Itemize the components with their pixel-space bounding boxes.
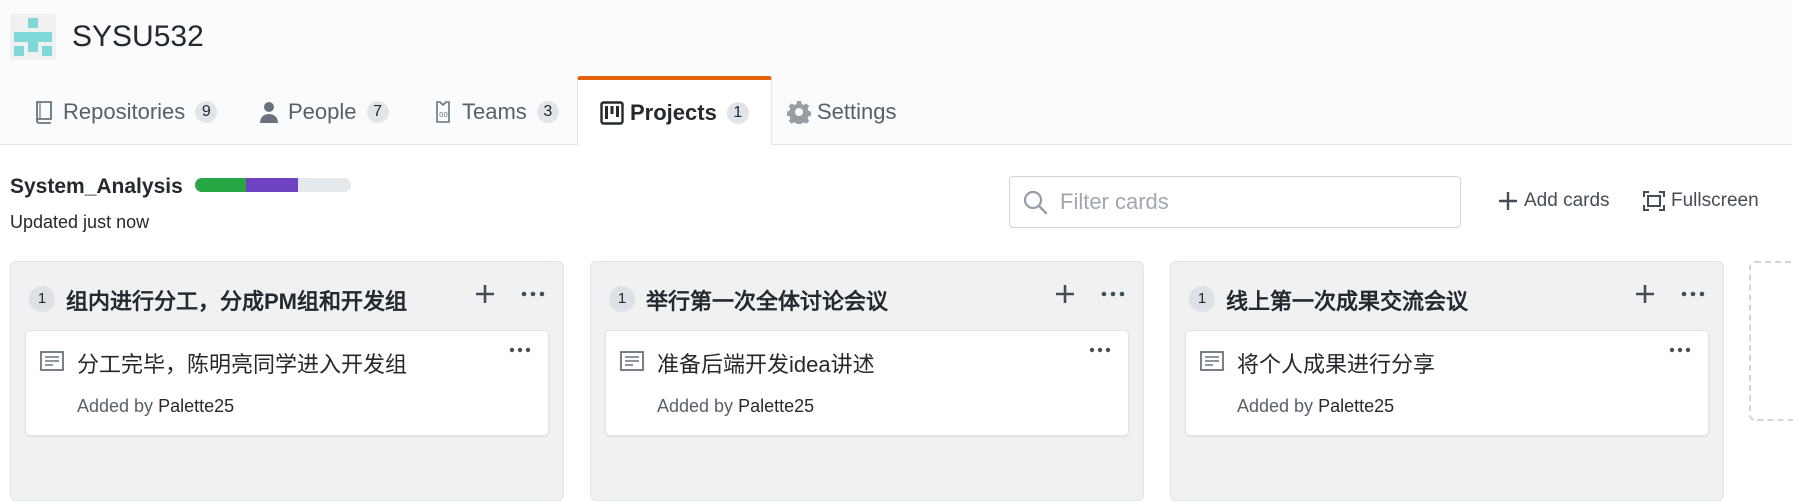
project-progress-bar [195,178,351,192]
card-title: 分工完毕，陈明亮同学进入开发组 [77,352,408,377]
column-title: 举行第一次全体讨论会议 [646,289,889,314]
add-column-placeholder[interactable] [1749,261,1793,421]
card-author[interactable]: Palette25 [158,396,234,416]
project-icon [600,100,624,125]
card-author[interactable]: Palette25 [1318,396,1394,416]
org-identicon [14,18,52,56]
card-menu-icon[interactable] [508,345,532,355]
card-meta: Added by Palette25 [77,396,234,417]
card-added-by: Added by [77,396,154,416]
tab-label: Settings [817,98,897,124]
column-title: 线上第一次成果交流会议 [1226,289,1469,314]
card-menu-icon[interactable] [1088,345,1112,355]
card-meta: Added by Palette25 [1237,396,1394,417]
project-card[interactable]: 将个人成果进行分享 Added by Palette25 [1185,330,1709,436]
tab-teams[interactable]: 00 Teams 3 [432,78,559,145]
project-card[interactable]: 分工完毕，陈明亮同学进入开发组 Added by Palette25 [25,330,549,436]
add-card-icon[interactable] [1051,280,1079,308]
project-column: 1 组内进行分工，分成PM组和开发组 分工完毕，陈明亮同学进入开发组 Added… [10,261,564,501]
card-title: 准备后端开发idea讲述 [657,352,875,377]
search-icon [1023,190,1048,215]
tab-counter: 3 [536,100,559,123]
svg-text:00: 00 [439,111,448,119]
project-card[interactable]: 准备后端开发idea讲述 Added by Palette25 [605,330,1129,436]
filter-cards-field[interactable] [1009,176,1461,228]
add-cards-label: Add cards [1524,190,1610,211]
project-updated-text: Updated just now [10,212,150,232]
tab-label: Projects [630,99,717,125]
org-header: SYSU532 Repositories 9 People 7 00 Teams… [0,0,1793,145]
progress-segment-todo [297,178,351,192]
tab-people[interactable]: People 7 [258,78,389,145]
column-menu-icon[interactable] [1679,280,1707,308]
tab-label: People [288,98,357,124]
project-title[interactable]: System_Analysis [10,175,183,199]
column-title: 组内进行分工，分成PM组和开发组 [66,289,408,314]
progress-segment-in-progress [246,178,298,192]
gear-icon [787,100,811,124]
tab-projects[interactable]: Projects 1 [577,76,772,145]
fullscreen-button[interactable]: Fullscreen [1643,190,1759,212]
card-added-by: Added by [1237,396,1314,416]
tab-repositories[interactable]: Repositories 9 [33,78,218,145]
column-menu-icon[interactable] [519,280,547,308]
column-card-count: 1 [29,286,55,312]
card-meta: Added by Palette25 [657,396,814,417]
column-menu-icon[interactable] [1099,280,1127,308]
tab-settings[interactable]: Settings [787,78,897,145]
org-name[interactable]: SYSU532 [72,20,204,54]
card-menu-icon[interactable] [1668,345,1692,355]
tab-label: Teams [462,98,527,124]
repo-icon [33,100,57,124]
note-icon [1200,351,1224,371]
tab-counter: 9 [195,100,218,123]
add-card-icon[interactable] [1631,280,1659,308]
tab-counter: 1 [726,101,749,124]
project-column: 1 举行第一次全体讨论会议 准备后端开发idea讲述 Added by Pale… [590,261,1144,501]
person-icon [258,100,282,124]
add-cards-button[interactable]: Add cards [1498,190,1610,212]
tab-counter: 7 [366,100,389,123]
jersey-icon: 00 [432,100,456,124]
filter-cards-input[interactable] [1060,189,1440,215]
column-card-count: 1 [1189,286,1215,312]
card-author[interactable]: Palette25 [738,396,814,416]
column-card-count: 1 [609,286,635,312]
plus-icon [1499,192,1517,210]
org-avatar[interactable] [10,14,56,60]
fullscreen-icon [1643,191,1665,211]
project-column: 1 线上第一次成果交流会议 将个人成果进行分享 Added by Palette… [1170,261,1724,501]
note-icon [620,351,644,371]
add-card-icon[interactable] [471,280,499,308]
note-icon [40,351,64,371]
progress-segment-done [195,178,247,192]
card-added-by: Added by [657,396,734,416]
fullscreen-label: Fullscreen [1671,190,1759,211]
tab-label: Repositories [63,98,186,124]
card-title: 将个人成果进行分享 [1237,352,1436,377]
